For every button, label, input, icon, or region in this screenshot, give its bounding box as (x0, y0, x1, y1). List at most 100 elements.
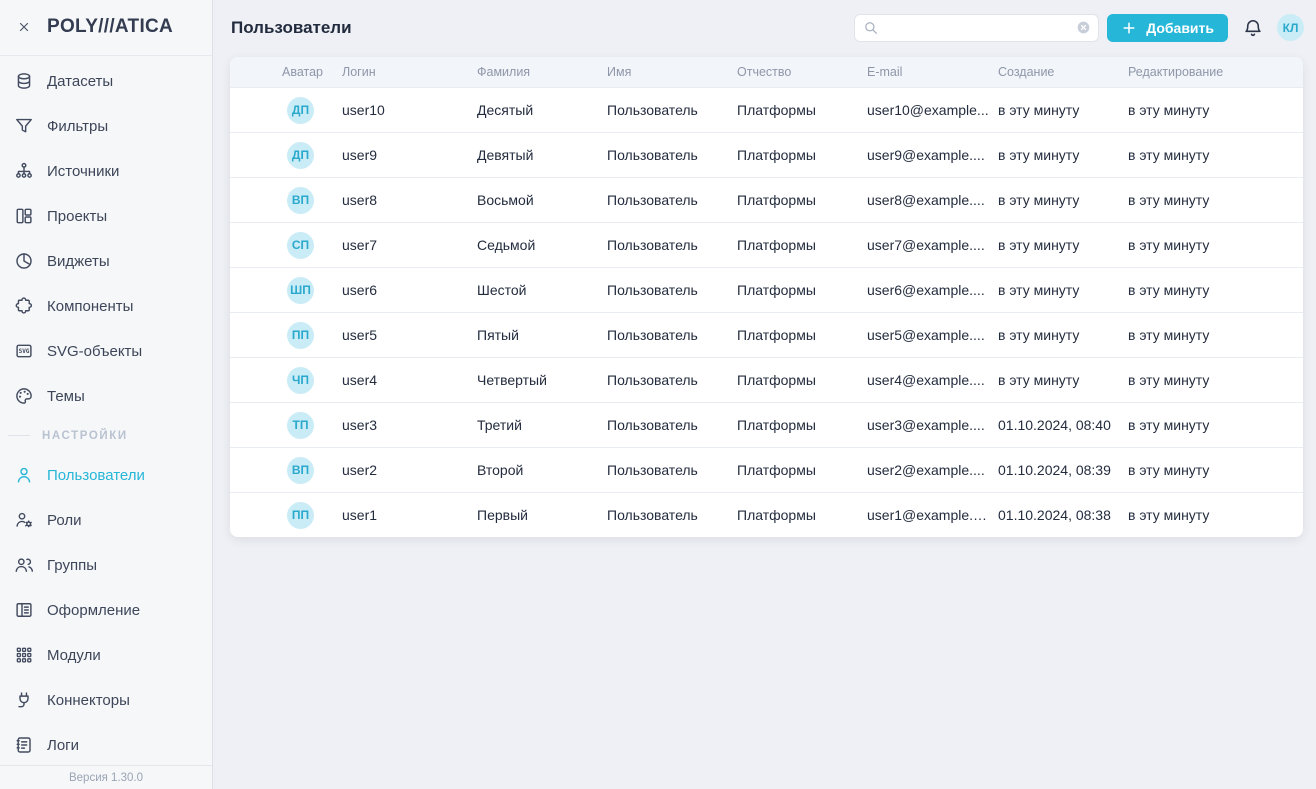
cell-edited: в эту минуту (1128, 507, 1303, 523)
modules-icon (14, 645, 34, 665)
cell-last_name: Пятый (477, 327, 607, 343)
cell-last_name: Седьмой (477, 237, 607, 253)
app-root: { "colors": { "accent": "#26b6d8", "avat… (0, 0, 1316, 789)
cell-edited: в эту минуту (1128, 372, 1303, 388)
sources-icon (14, 161, 34, 181)
cell-email: user10@example... (867, 102, 998, 118)
sidebar-item-label: Датасеты (47, 73, 113, 90)
cell-first_name: Пользователь (607, 372, 737, 388)
clear-icon[interactable] (1076, 20, 1091, 35)
sidebar-item-datasets[interactable]: Датасеты (0, 59, 212, 104)
sidebar-item-components[interactable]: Компоненты (0, 284, 212, 329)
cell-last_name: Четвертый (477, 372, 607, 388)
cell-login: user1 (342, 507, 477, 523)
row-avatar: ПП (287, 502, 314, 529)
sidebar: POLY///ATICA Датасеты Фильтры Источники Про… (0, 0, 213, 789)
cell-middle_name: Платформы (737, 282, 867, 298)
sidebar-item-label: SVG-объекты (47, 343, 142, 360)
cell-edited: в эту минуту (1128, 282, 1303, 298)
sidebar-item-label: Источники (47, 163, 119, 180)
sidebar-item-filters[interactable]: Фильтры (0, 104, 212, 149)
cell-created: 01.10.2024, 08:38 (998, 507, 1128, 523)
table-row[interactable]: ДПuser9ДевятыйПользовательПлатформыuser9… (230, 132, 1303, 177)
cell-created: в эту минуту (998, 102, 1128, 118)
add-user-button[interactable]: Добавить (1107, 14, 1228, 42)
sidebar-item-appearance[interactable]: Оформление (0, 588, 212, 633)
cell-created: в эту минуту (998, 327, 1128, 343)
cell-middle_name: Платформы (737, 147, 867, 163)
cell-avatar: ЧП (230, 367, 342, 394)
table-row[interactable]: ТПuser3ТретийПользовательПлатформыuser3@… (230, 402, 1303, 447)
row-avatar: ВП (287, 187, 314, 214)
sidebar-item-groups[interactable]: Группы (0, 543, 212, 588)
section-divider (8, 435, 30, 436)
sidebar-item-widgets[interactable]: Виджеты (0, 239, 212, 284)
sidebar-item-sources[interactable]: Источники (0, 149, 212, 194)
table-row[interactable]: ППuser1ПервыйПользовательПлатформыuser1@… (230, 492, 1303, 537)
row-avatar: ЧП (287, 367, 314, 394)
table-row[interactable]: ППuser5ПятыйПользовательПлатформыuser5@e… (230, 312, 1303, 357)
current-user-avatar[interactable]: КЛ (1277, 14, 1304, 41)
cell-middle_name: Платформы (737, 327, 867, 343)
cell-middle_name: Платформы (737, 372, 867, 388)
search-input[interactable] (885, 20, 1070, 35)
cell-last_name: Восьмой (477, 192, 607, 208)
row-avatar: ВП (287, 457, 314, 484)
cell-login: user5 (342, 327, 477, 343)
row-avatar: ТП (287, 412, 314, 439)
table-body: ДПuser10ДесятыйПользовательПлатформыuser… (230, 87, 1303, 537)
cell-middle_name: Платформы (737, 237, 867, 253)
search-box (854, 14, 1099, 42)
components-icon (14, 296, 34, 316)
cell-email: user6@example.... (867, 282, 998, 298)
app-logo: POLY///ATICA (47, 16, 173, 38)
cell-login: user3 (342, 417, 477, 433)
sidebar-item-users[interactable]: Пользователи (0, 453, 212, 498)
row-avatar: ПП (287, 322, 314, 349)
cell-email: user1@example.c... (867, 507, 998, 523)
cell-login: user8 (342, 192, 477, 208)
table-row[interactable]: ДПuser10ДесятыйПользовательПлатформыuser… (230, 87, 1303, 132)
cell-middle_name: Платформы (737, 507, 867, 523)
sidebar-item-label: Модули (47, 647, 101, 664)
cell-first_name: Пользователь (607, 147, 737, 163)
row-avatar: СП (287, 232, 314, 259)
table-row[interactable]: ВПuser2ВторойПользовательПлатформыuser2@… (230, 447, 1303, 492)
row-avatar: ДП (287, 97, 314, 124)
sidebar-item-logs[interactable]: Логи (0, 723, 212, 765)
bell-icon[interactable] (1243, 18, 1263, 38)
cell-email: user2@example.... (867, 462, 998, 478)
sidebar-item-modules[interactable]: Модули (0, 633, 212, 678)
cell-avatar: ПП (230, 322, 342, 349)
cell-created: в эту минуту (998, 147, 1128, 163)
cell-middle_name: Платформы (737, 462, 867, 478)
table-row[interactable]: СПuser7СедьмойПользовательПлатформыuser7… (230, 222, 1303, 267)
themes-icon (14, 386, 34, 406)
cell-edited: в эту минуту (1128, 327, 1303, 343)
sidebar-item-projects[interactable]: Проекты (0, 194, 212, 239)
cell-edited: в эту минуту (1128, 237, 1303, 253)
cell-last_name: Второй (477, 462, 607, 478)
sidebar-item-label: Проекты (47, 208, 107, 225)
sidebar-item-svg-objects[interactable]: SVGSVG-объекты (0, 329, 212, 374)
row-avatar: ДП (287, 142, 314, 169)
cell-last_name: Третий (477, 417, 607, 433)
sidebar-item-roles[interactable]: Роли (0, 498, 212, 543)
sidebar-item-label: Группы (47, 557, 97, 574)
cell-created: в эту минуту (998, 372, 1128, 388)
cell-edited: в эту минуту (1128, 462, 1303, 478)
version-label: Версия 1.30.0 (69, 772, 143, 784)
cell-avatar: ВП (230, 457, 342, 484)
logs-icon (14, 735, 34, 755)
table-row[interactable]: ЧПuser4ЧетвертыйПользовательПлатформыuse… (230, 357, 1303, 402)
table-row[interactable]: ВПuser8ВосьмойПользовательПлатформыuser8… (230, 177, 1303, 222)
sidebar-item-themes[interactable]: Темы (0, 374, 212, 419)
cell-last_name: Десятый (477, 102, 607, 118)
sidebar-item-label: Логи (47, 737, 79, 754)
sidebar-item-connectors[interactable]: Коннекторы (0, 678, 212, 723)
cell-login: user10 (342, 102, 477, 118)
cell-first_name: Пользователь (607, 102, 737, 118)
cell-email: user9@example.... (867, 147, 998, 163)
table-row[interactable]: ШПuser6ШестойПользовательПлатформыuser6@… (230, 267, 1303, 312)
close-icon[interactable] (14, 17, 34, 37)
